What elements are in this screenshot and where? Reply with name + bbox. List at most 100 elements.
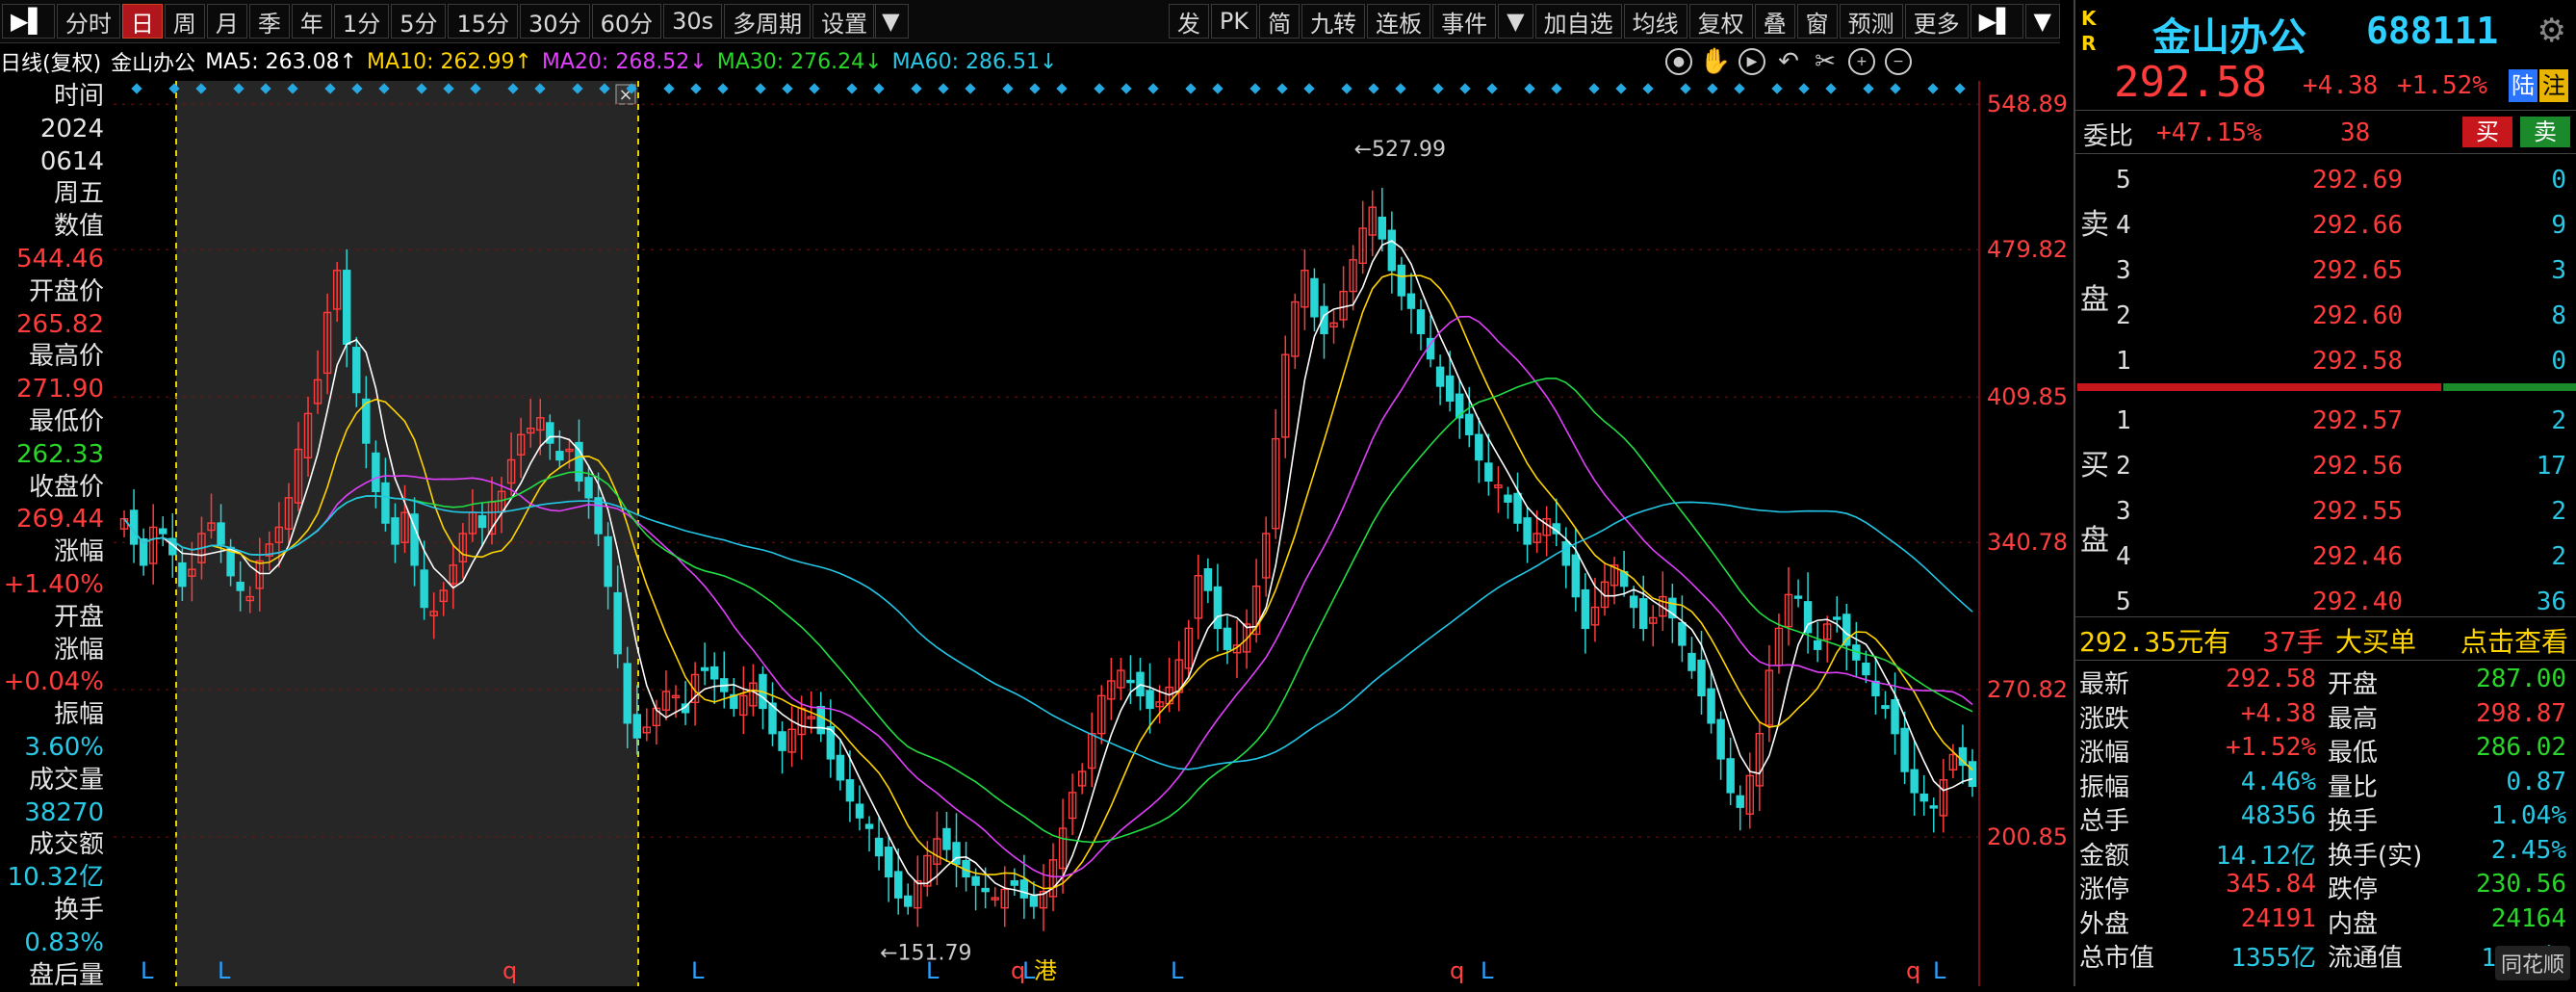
candle-body[interactable] bbox=[1029, 895, 1039, 907]
candle-body[interactable] bbox=[217, 522, 225, 545]
tool-button-3[interactable]: 九转 bbox=[1301, 4, 1366, 39]
candle-body[interactable] bbox=[1406, 293, 1416, 309]
candle-body[interactable] bbox=[778, 731, 786, 751]
candle-body[interactable] bbox=[816, 705, 825, 735]
hand-icon[interactable]: ✋ bbox=[1700, 47, 1731, 76]
candle-body[interactable] bbox=[1929, 805, 1938, 809]
candle-body[interactable] bbox=[1213, 586, 1223, 630]
tool-button-11[interactable]: 预测 bbox=[1839, 4, 1903, 39]
candle-body[interactable] bbox=[1126, 679, 1135, 684]
candle-body[interactable] bbox=[893, 871, 903, 899]
tool-button-2[interactable]: 简 bbox=[1259, 4, 1301, 39]
event-diamond[interactable] bbox=[1588, 83, 1600, 94]
panel-toggle-icon[interactable]: ▶▌ bbox=[1970, 4, 2023, 39]
bid-level-3[interactable]: 3 292.55 2 bbox=[2075, 485, 2576, 534]
candle-body[interactable] bbox=[1571, 554, 1581, 598]
scissors-icon[interactable]: ✂ bbox=[1812, 47, 1839, 76]
candle-body[interactable] bbox=[1397, 264, 1406, 297]
ask-level-5[interactable]: 5 292.69 0 bbox=[2075, 154, 2576, 202]
event-mark-2[interactable]: q bbox=[502, 957, 517, 984]
period-tab-11[interactable]: 30s bbox=[663, 4, 723, 39]
candle-body[interactable] bbox=[1387, 229, 1397, 272]
event-mark-12[interactable]: L bbox=[1933, 957, 1946, 984]
event-mark-3[interactable]: L bbox=[691, 957, 705, 984]
candle-body[interactable] bbox=[584, 477, 593, 499]
candle-body[interactable] bbox=[1726, 758, 1735, 794]
event-mark-11[interactable]: q bbox=[1906, 957, 1920, 984]
candle-body[interactable] bbox=[1842, 613, 1851, 646]
period-tab-6[interactable]: 1分 bbox=[333, 4, 390, 39]
big-order-link[interactable]: 点击查看 bbox=[2460, 621, 2568, 660]
hk-connect-badge[interactable]: 陆 bbox=[2509, 69, 2537, 102]
event-diamond[interactable] bbox=[1615, 83, 1627, 94]
candle-body[interactable] bbox=[1203, 568, 1213, 591]
period-tab-0[interactable]: 分时 bbox=[56, 4, 120, 39]
tool-button-7[interactable]: 均线 bbox=[1623, 4, 1687, 39]
tool-button-9[interactable]: 叠 bbox=[1754, 4, 1795, 39]
candle-body[interactable] bbox=[1629, 595, 1638, 609]
candle-body[interactable] bbox=[981, 887, 990, 893]
event-diamond[interactable] bbox=[1185, 83, 1197, 94]
candle-body[interactable] bbox=[1638, 598, 1648, 630]
bid-level-1[interactable]: 1 292.57 2 bbox=[2075, 395, 2576, 443]
candle-body[interactable] bbox=[1862, 662, 1870, 676]
candle-body[interactable] bbox=[836, 754, 845, 781]
event-diamond[interactable] bbox=[1121, 83, 1132, 94]
candle-body[interactable] bbox=[391, 517, 399, 545]
event-diamond[interactable] bbox=[782, 83, 793, 94]
event-diamond[interactable] bbox=[911, 83, 922, 94]
event-diamond[interactable] bbox=[1094, 83, 1105, 94]
candle-body[interactable] bbox=[372, 452, 380, 492]
kline-chart[interactable]: ×←527.99←151.79L Lq L LqL港 Lq Lq L bbox=[114, 81, 1981, 986]
candle-body[interactable] bbox=[700, 666, 709, 671]
tool-button-10[interactable]: 窗 bbox=[1796, 4, 1838, 39]
candle-body[interactable] bbox=[1010, 879, 1019, 886]
event-diamond[interactable] bbox=[1680, 83, 1691, 94]
event-diamond[interactable] bbox=[1212, 83, 1224, 94]
event-diamond[interactable] bbox=[1825, 83, 1837, 94]
tool-button-4[interactable]: 连板 bbox=[1367, 4, 1431, 39]
tool-button-5[interactable]: 事件 bbox=[1432, 4, 1497, 39]
candle-body[interactable] bbox=[884, 847, 893, 878]
event-diamond[interactable] bbox=[1276, 83, 1288, 94]
event-diamond[interactable] bbox=[1303, 83, 1315, 94]
event-diamond[interactable] bbox=[1551, 83, 1562, 94]
event-diamond[interactable] bbox=[1890, 83, 1901, 94]
tool-button-6[interactable]: 加自选 bbox=[1534, 4, 1622, 39]
event-diamond[interactable] bbox=[1459, 83, 1471, 94]
candle-body[interactable] bbox=[632, 714, 642, 739]
undo-icon[interactable]: ↶ bbox=[1775, 47, 1802, 76]
registration-badge[interactable]: 注 bbox=[2539, 69, 2568, 102]
candle-body[interactable] bbox=[1716, 718, 1725, 760]
zoom-in-icon[interactable]: + bbox=[1848, 48, 1875, 75]
tool-button-8[interactable]: 复权 bbox=[1688, 4, 1753, 39]
period-tab-8[interactable]: 15分 bbox=[448, 4, 519, 39]
event-diamond[interactable] bbox=[717, 83, 729, 94]
candle-body[interactable] bbox=[845, 779, 855, 802]
candle-body[interactable] bbox=[864, 823, 874, 829]
candle-body[interactable] bbox=[1523, 517, 1532, 545]
candle-body[interactable] bbox=[1881, 705, 1890, 710]
event-mark-0[interactable]: L bbox=[141, 957, 154, 984]
event-mark-8[interactable]: L bbox=[1171, 957, 1184, 984]
candle-body[interactable] bbox=[942, 827, 951, 850]
candle-body[interactable] bbox=[352, 347, 361, 394]
event-diamond[interactable] bbox=[1249, 83, 1261, 94]
candle-body[interactable] bbox=[1435, 366, 1445, 387]
event-diamond[interactable] bbox=[1056, 83, 1068, 94]
candle-body[interactable] bbox=[623, 663, 631, 724]
tool-button-0[interactable]: 发 bbox=[1168, 4, 1209, 39]
candle-body[interactable] bbox=[1378, 216, 1387, 240]
event-mark-4[interactable]: L bbox=[926, 957, 940, 984]
bid-level-4[interactable]: 4 292.46 2 bbox=[2075, 531, 2576, 579]
candle-body[interactable] bbox=[1475, 433, 1483, 461]
candle-body[interactable] bbox=[1813, 640, 1822, 650]
period-label[interactable]: 日线(复权) bbox=[0, 46, 101, 77]
period-tab-2[interactable]: 周 bbox=[164, 4, 205, 39]
candle-body[interactable] bbox=[1504, 494, 1512, 503]
candle-body[interactable] bbox=[1891, 698, 1899, 735]
candle-body[interactable] bbox=[1910, 769, 1919, 794]
candle-body[interactable] bbox=[1697, 659, 1706, 697]
buy-button[interactable]: 买 bbox=[2462, 117, 2512, 147]
candle-body[interactable] bbox=[1513, 492, 1522, 524]
